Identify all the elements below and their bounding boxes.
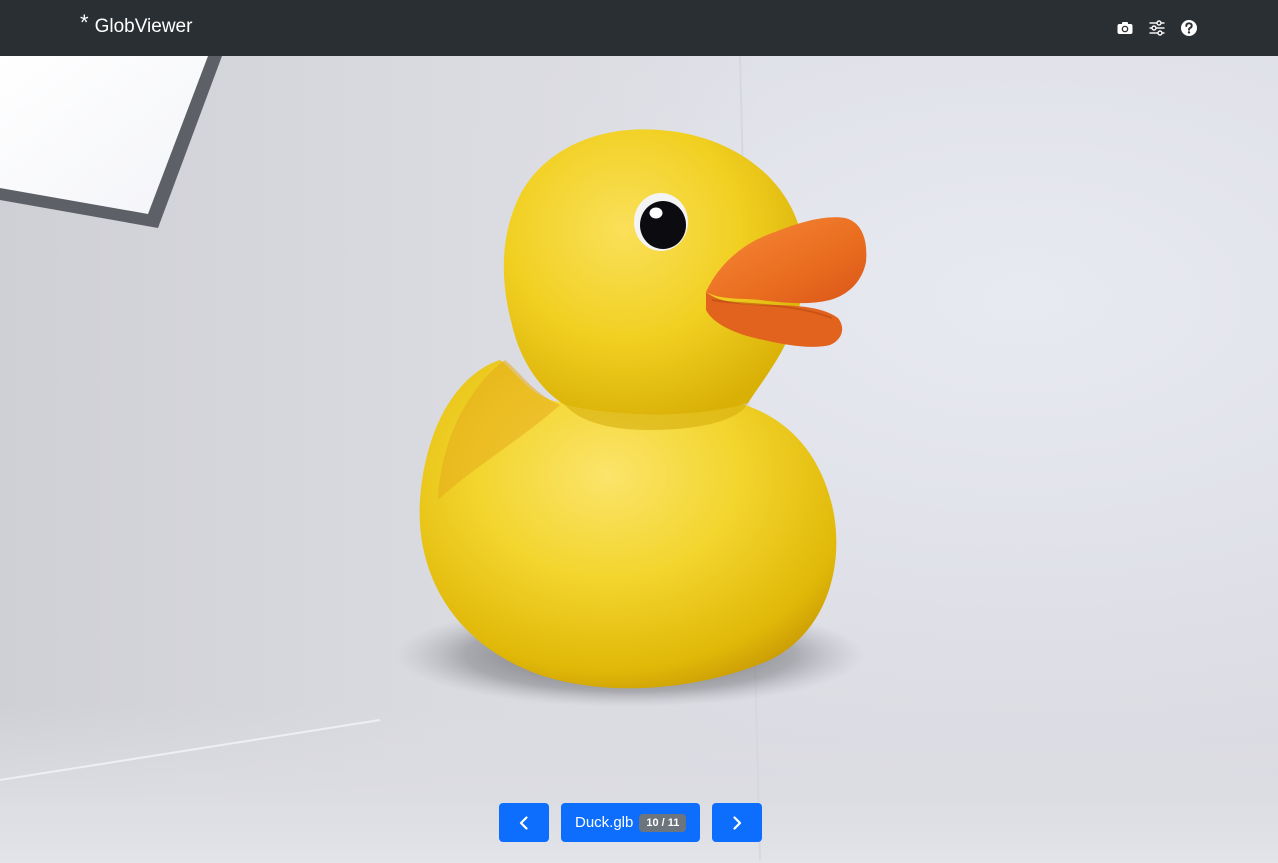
floor-edge-line: [0, 719, 381, 781]
3d-viewport[interactable]: [0, 56, 1278, 863]
model-counter-badge: 10 / 11: [639, 813, 687, 832]
scene-canvas: [0, 56, 867, 861]
chevron-left-icon: [519, 815, 528, 830]
model-file-button[interactable]: Duck.glb 10 / 11: [561, 803, 701, 842]
next-model-button[interactable]: [712, 803, 763, 842]
model-navigation: Duck.glb 10 / 11: [499, 803, 763, 842]
brand[interactable]: * GlobViewer: [80, 12, 192, 44]
duck-eye-pupil: [640, 201, 686, 249]
help-icon[interactable]: [1180, 19, 1198, 37]
chevron-right-icon: [733, 815, 742, 830]
brand-star-icon: *: [80, 10, 89, 35]
top-navbar: * GlobViewer: [0, 0, 1278, 56]
model-file-name: Duck.glb: [575, 814, 634, 831]
duck-eye-highlight: [649, 207, 663, 219]
app-title: GlobViewer: [94, 16, 193, 37]
previous-model-button[interactable]: [499, 803, 549, 842]
camera-icon[interactable]: [1116, 19, 1134, 37]
sliders-icon[interactable]: [1148, 19, 1166, 37]
toolbar: [1116, 19, 1198, 37]
skylight-window: [0, 56, 208, 214]
